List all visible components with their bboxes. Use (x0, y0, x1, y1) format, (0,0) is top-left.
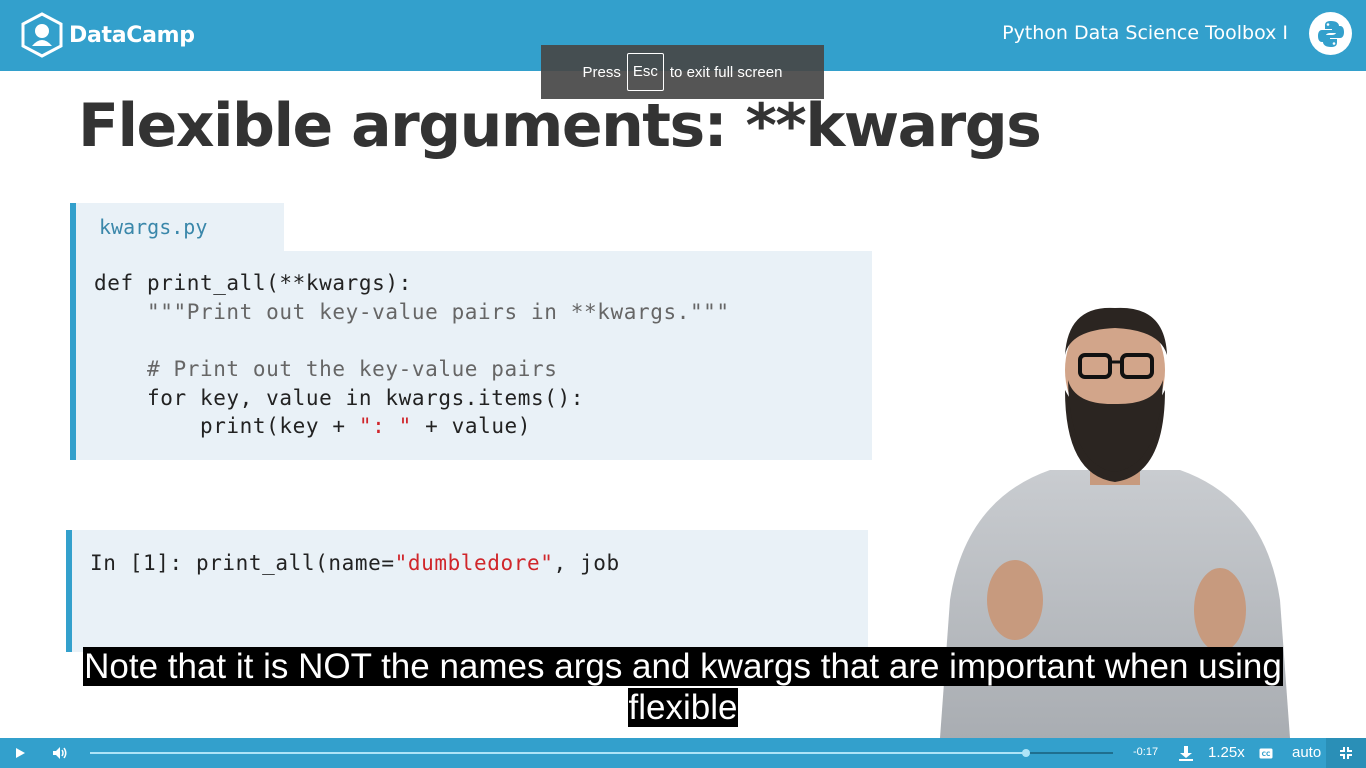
console-prompt: In [1]: print_all(name= (90, 551, 395, 575)
python-logo-icon (1309, 12, 1352, 55)
volume-button[interactable] (48, 738, 72, 768)
console-string: "dumbledore" (394, 551, 554, 575)
play-button[interactable] (8, 738, 32, 768)
code-line-docstring: """Print out key-value pairs in **kwargs… (94, 300, 730, 324)
player-controls: -0:17 1.25x CC auto (0, 738, 1366, 768)
code-line-print: print(key + ": " + value) (94, 414, 531, 438)
svg-text:CC: CC (1262, 751, 1271, 758)
volume-icon (53, 747, 67, 759)
play-icon (16, 748, 25, 758)
brand-name: DataCamp (69, 22, 195, 48)
progress-bar[interactable] (90, 749, 1113, 757)
code-line: for key, value in kwargs.items(): (94, 386, 584, 410)
datacamp-brand[interactable]: DataCamp (20, 12, 195, 58)
code-token: + value) (411, 414, 532, 438)
code-token: print(key + (94, 414, 359, 438)
exit-fullscreen-button[interactable] (1326, 738, 1366, 768)
course-title: Python Data Science Toolbox I (1002, 22, 1288, 44)
code-line: def print_all(**kwargs): (94, 271, 412, 295)
code-block: def print_all(**kwargs): """Print out ke… (70, 251, 872, 460)
code-file-tab: kwargs.py (70, 203, 284, 251)
caption-text: Note that it is NOT the names args and k… (83, 647, 1283, 686)
caption-line-1: Note that it is NOT the names args and k… (0, 647, 1366, 687)
progress-fill (90, 752, 1027, 754)
code-line-comment: # Print out the key-value pairs (94, 357, 558, 381)
code-string-token: ": " (358, 414, 412, 438)
caption-line-2: flexible (0, 688, 1366, 728)
fullscreen-notice-prefix: Press (582, 63, 621, 81)
playback-speed[interactable]: 1.25x (1208, 744, 1245, 761)
quality-selector[interactable]: auto (1292, 744, 1321, 761)
datacamp-logo-icon (21, 12, 63, 58)
fullscreen-notice-suffix: to exit full screen (669, 63, 783, 81)
code-file-name: kwargs.py (99, 215, 208, 239)
download-button[interactable] (1174, 738, 1198, 768)
console-line: In [1]: print_all(name="dumbledore", job (90, 551, 620, 575)
progress-handle[interactable] (1022, 749, 1031, 757)
exit-fullscreen-icon (1340, 747, 1352, 759)
ipython-console: In [1]: print_all(name="dumbledore", job (66, 530, 868, 652)
download-icon (1179, 746, 1193, 761)
caption-text: flexible (627, 688, 739, 727)
captions-button[interactable]: CC (1254, 738, 1278, 768)
fullscreen-notice: Press Esc to exit full screen (541, 45, 824, 99)
slide-title: Flexible arguments: **kwargs (78, 91, 1042, 161)
esc-key-badge: Esc (626, 53, 664, 91)
console-rest: , job (553, 551, 620, 575)
time-remaining: -0:17 (1133, 746, 1159, 758)
captions-icon: CC (1259, 748, 1273, 758)
